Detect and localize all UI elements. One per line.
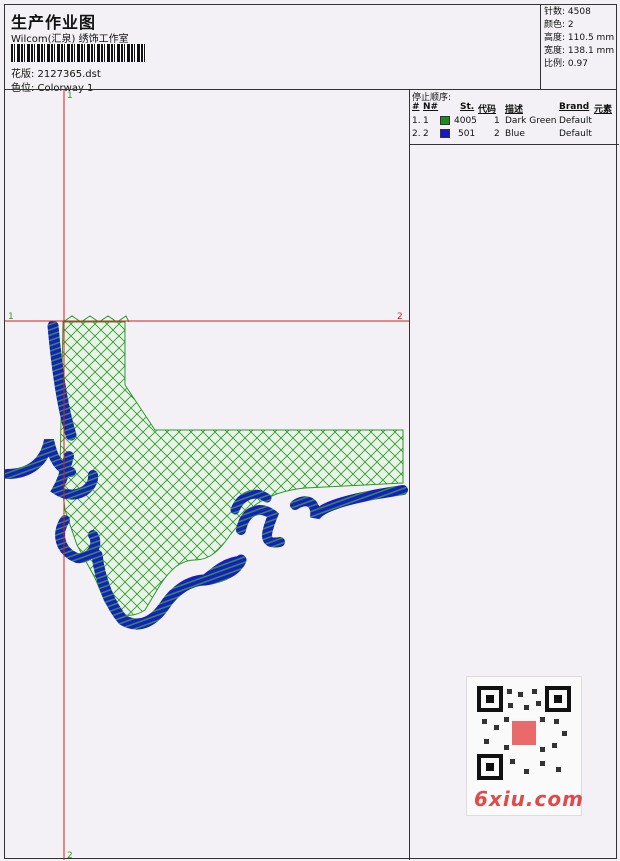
col-header-desc: 描述 — [505, 105, 524, 115]
col-header-elements: 元素 — [594, 105, 613, 115]
barcode — [11, 44, 146, 62]
col-header-number: N# — [423, 102, 439, 112]
col-header-code: 代码 — [478, 105, 497, 115]
table-row: 2. 2 501 2 Blue Default — [412, 129, 592, 139]
guide-h-left-label: 1 — [8, 312, 14, 322]
design-name: 花版: 2127365.dst — [11, 69, 101, 80]
color-swatch-green — [440, 116, 450, 125]
stat-height: 高度: 110.5 mm — [544, 33, 615, 43]
stats-box: 针数: 4508 颜色: 2 高度: 110.5 mm 宽度: 138.1 mm… — [540, 5, 616, 89]
stat-stitches: 针数: 4508 — [544, 7, 591, 17]
panel-divider — [409, 89, 410, 860]
guide-h-right-label: 2 — [397, 312, 403, 322]
guide-v-top-label: 1 — [67, 91, 73, 101]
stop-order-panel: 停止顺序: # N# St. 代码 描述 Brand 元素 1. 1 4005 … — [409, 89, 619, 145]
col-header-index: # — [412, 102, 420, 112]
table-row: 1. 1 4005 1 Dark Green Default — [412, 116, 592, 126]
studio-name: Wilcom(汇泉) 绣饰工作室 — [11, 34, 129, 45]
col-header-stitches: St. — [460, 102, 475, 112]
col-header-brand: Brand — [559, 102, 590, 112]
stat-width: 宽度: 138.1 mm — [544, 46, 615, 56]
guide-v-bottom-label: 2 — [67, 851, 73, 860]
watermark-text: 6xiu.com — [474, 787, 584, 811]
stat-colors: 颜色: 2 — [544, 20, 574, 30]
color-swatch-blue — [440, 129, 450, 138]
stat-scale: 比例: 0.97 — [544, 59, 588, 69]
design-canvas: 1 2 1 2 — [5, 90, 409, 860]
